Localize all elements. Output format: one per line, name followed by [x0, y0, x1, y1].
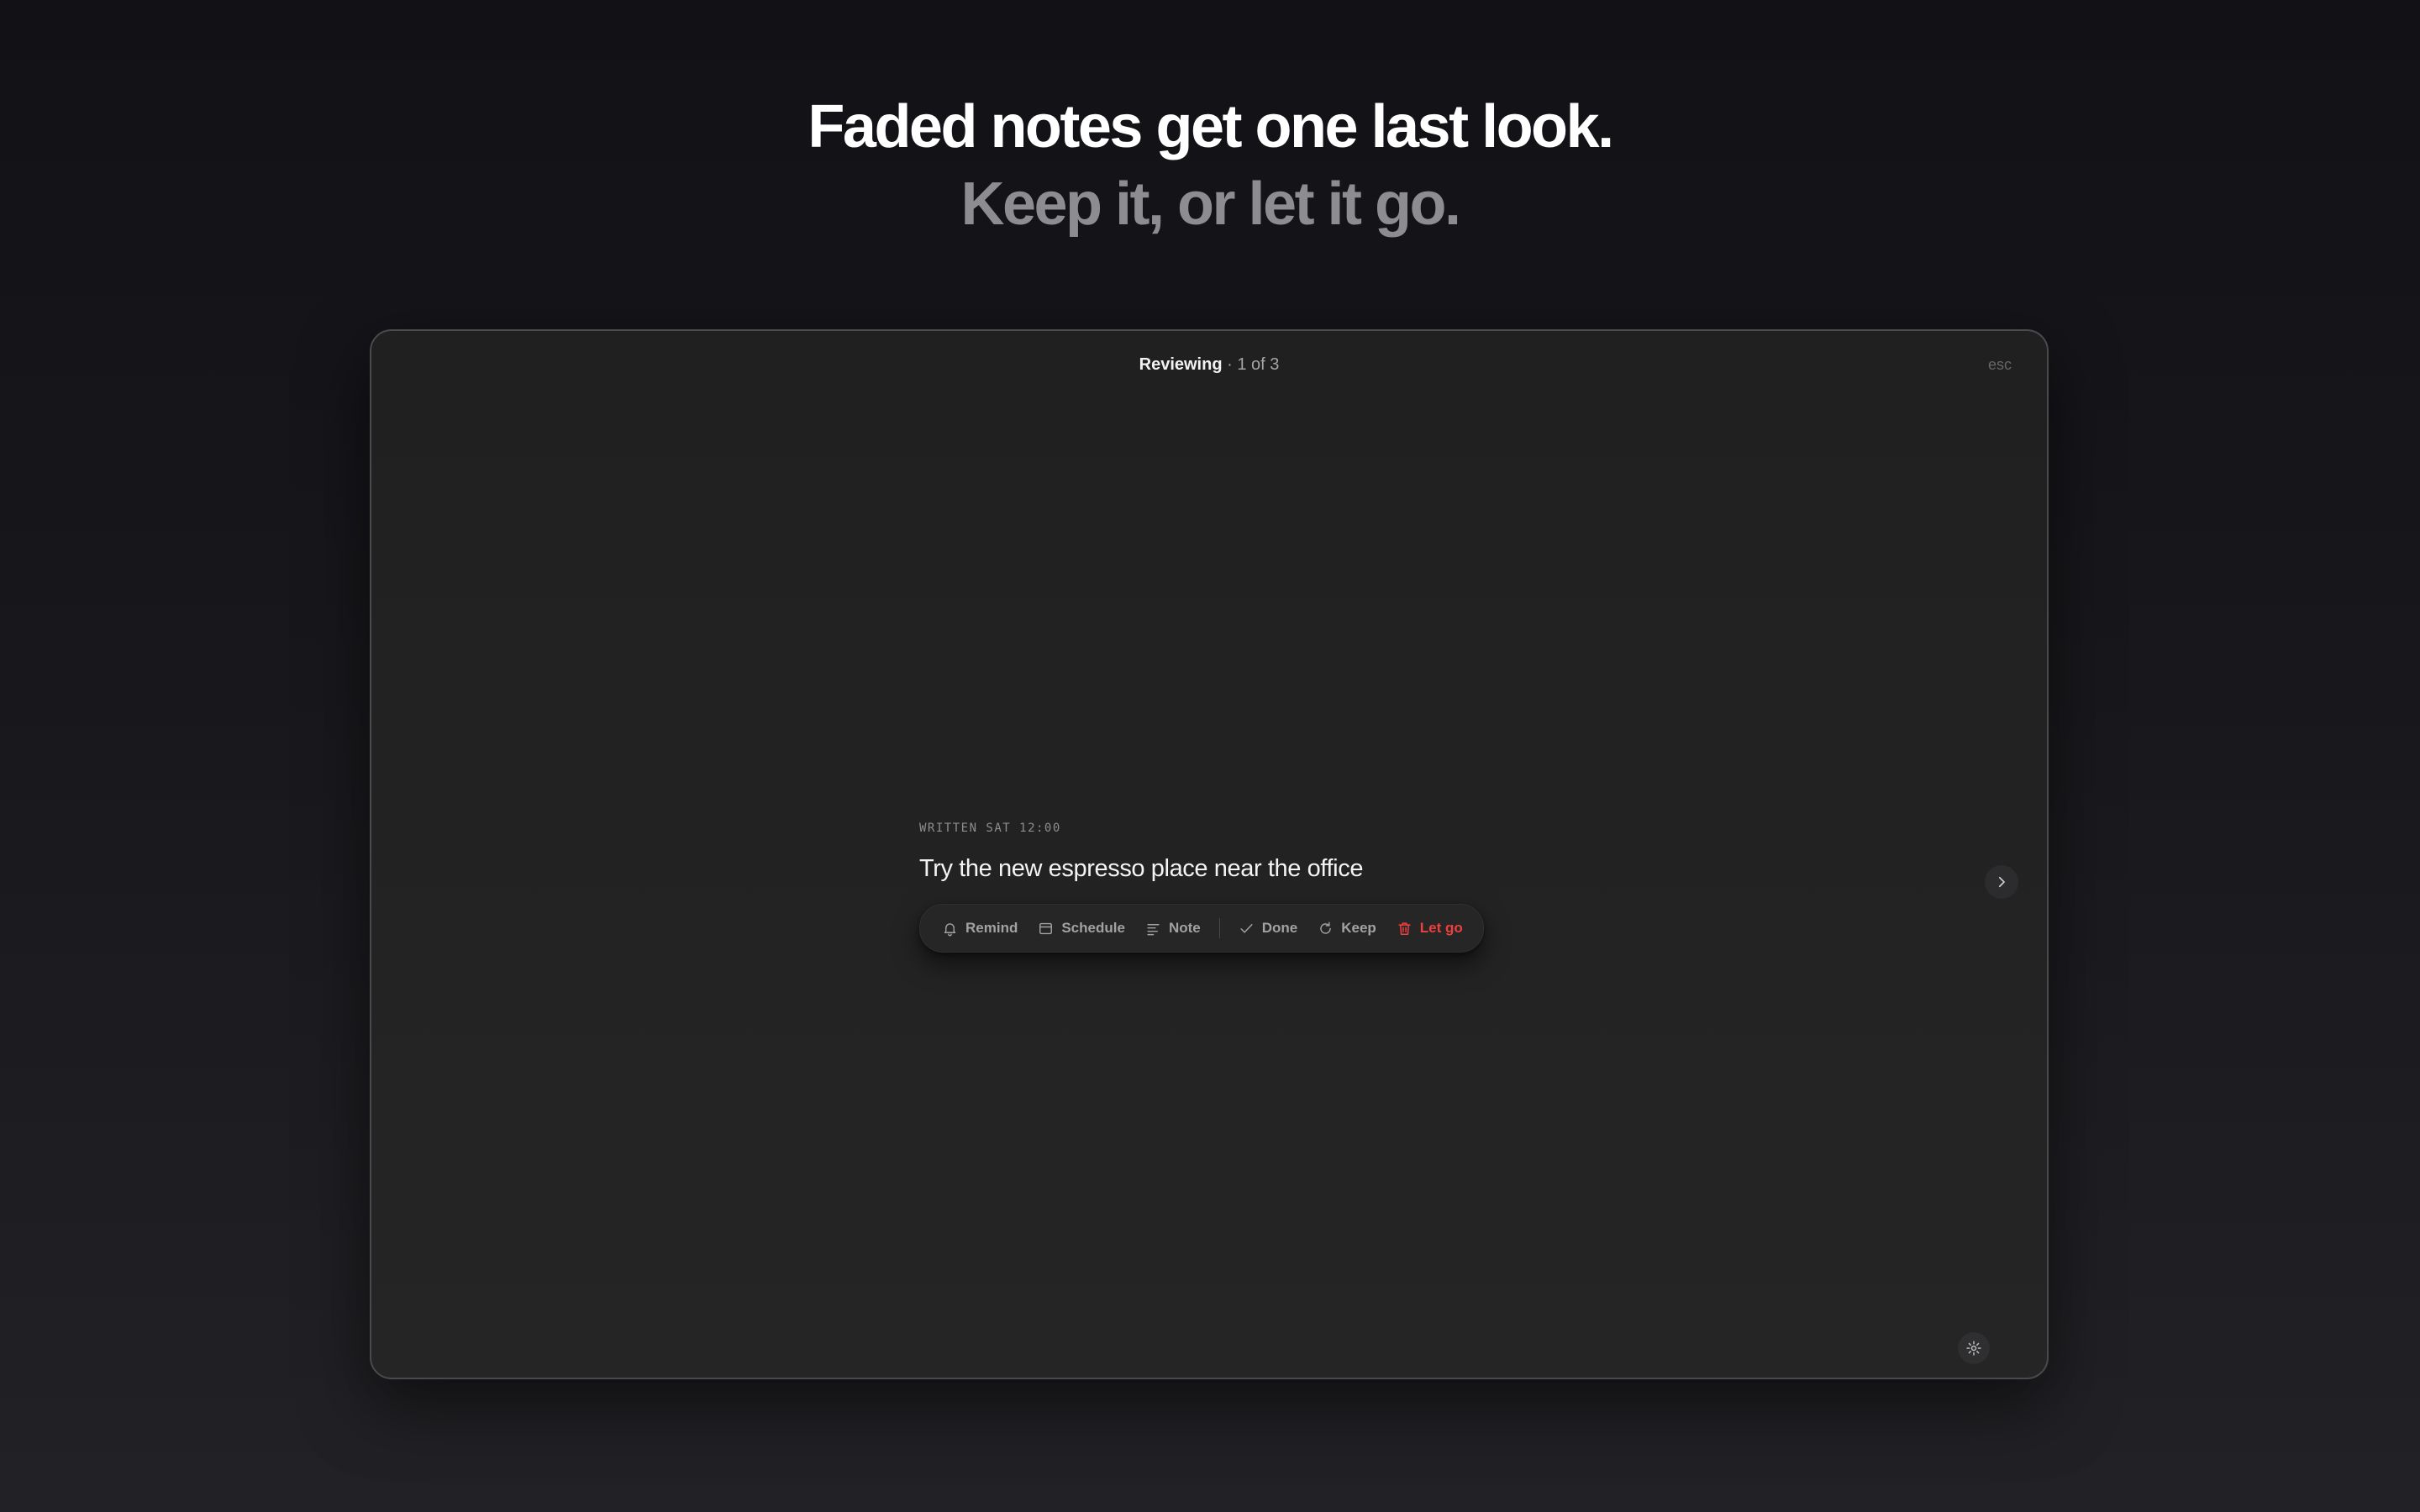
note-button[interactable]: Note	[1135, 911, 1211, 945]
done-button[interactable]: Done	[1228, 911, 1308, 945]
bell-icon	[944, 922, 956, 936]
esc-button[interactable]: esc	[1988, 348, 2012, 381]
note-label: Note	[1168, 920, 1201, 936]
schedule-button[interactable]: Schedule	[1028, 911, 1135, 945]
hero-title: Faded notes get one last look.	[808, 93, 1614, 160]
checkmark-icon	[1240, 923, 1253, 933]
trash-icon	[1398, 921, 1411, 935]
hero-heading: Faded notes get one last look. Keep it, …	[0, 88, 2420, 243]
keep-label: Keep	[1341, 920, 1376, 936]
keep-button[interactable]: Keep	[1307, 911, 1386, 945]
remind-button[interactable]: Remind	[932, 911, 1028, 945]
toolbar-divider	[1218, 918, 1220, 938]
calendar-icon	[1039, 922, 1053, 934]
review-window: Reviewing · 1 of 3 esc WRITTEN SAT 12:00…	[370, 329, 2049, 1379]
window-title-label: Reviewing	[1139, 355, 1223, 374]
text-lines-icon	[1147, 923, 1160, 935]
refresh-icon	[1320, 921, 1331, 934]
gear-icon	[1966, 1341, 1981, 1356]
done-label: Done	[1261, 920, 1298, 936]
note-written-date: WRITTEN SAT 12:00	[919, 822, 1061, 835]
action-toolbar: Remind Schedule Note Done Keep Let go	[919, 904, 1484, 953]
let-go-label: Let go	[1419, 920, 1463, 936]
remind-label: Remind	[965, 920, 1018, 936]
schedule-label: Schedule	[1061, 920, 1125, 936]
window-title-counter: · 1 of 3	[1222, 355, 1280, 374]
let-go-button[interactable]: Let go	[1386, 911, 1473, 945]
hero-subtitle: Keep it, or let it go.	[960, 171, 1461, 238]
window-title: Reviewing · 1 of 3	[371, 348, 2047, 381]
note-text: Try the new espresso place near the offi…	[919, 855, 1364, 882]
next-note-button[interactable]	[1985, 865, 2018, 899]
settings-button[interactable]	[1958, 1332, 1990, 1364]
chevron-right-icon	[1998, 876, 2005, 888]
note-card: WRITTEN SAT 12:00 Try the new espresso p…	[919, 818, 1524, 953]
